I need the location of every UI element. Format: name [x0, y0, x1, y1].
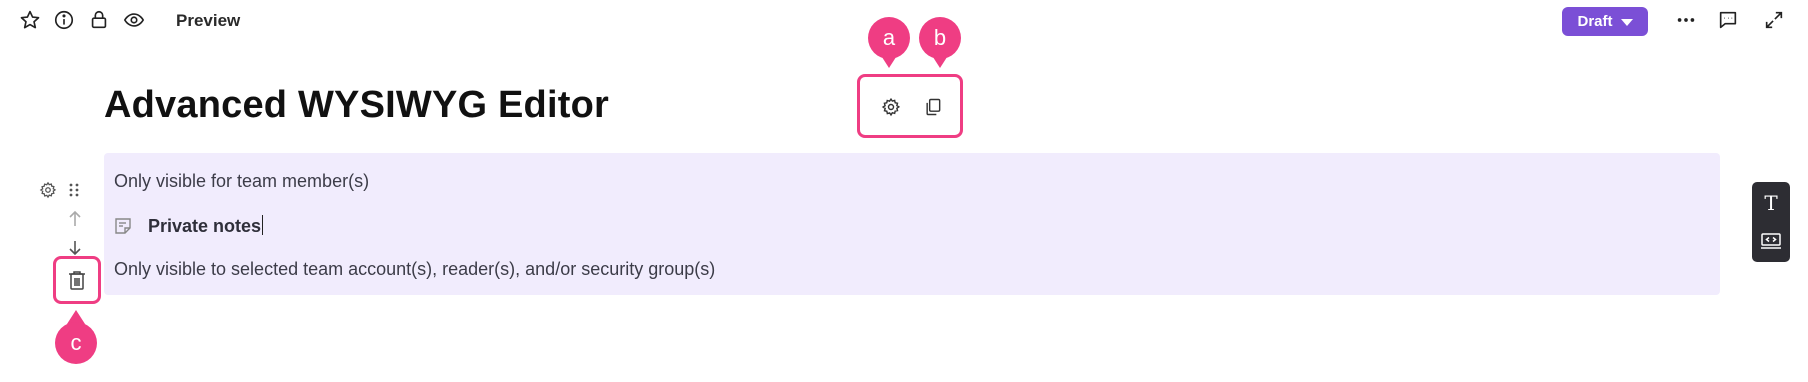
- draft-status-button[interactable]: Draft: [1562, 7, 1648, 36]
- block-tools-highlight: [857, 74, 963, 138]
- private-notes-block[interactable]: Only visible for team member(s) Private …: [104, 153, 1720, 295]
- info-icon[interactable]: [52, 8, 76, 32]
- star-icon[interactable]: [18, 8, 42, 32]
- embed-tool-button[interactable]: [1756, 224, 1786, 258]
- move-up-icon[interactable]: [65, 209, 85, 229]
- page-title[interactable]: Advanced WYSIWYG Editor: [104, 84, 609, 127]
- private-notes-text[interactable]: Private notes: [148, 215, 264, 237]
- settings-gear-icon[interactable]: [879, 95, 903, 119]
- draft-label: Draft: [1577, 13, 1613, 30]
- preview-button[interactable]: Preview: [176, 11, 240, 31]
- text-tool-button[interactable]: T: [1756, 186, 1786, 220]
- comment-icon[interactable]: [1716, 8, 1740, 32]
- selected-visibility-text: Only visible to selected team account(s)…: [114, 259, 716, 279]
- move-down-icon[interactable]: [65, 238, 85, 258]
- copy-icon[interactable]: [921, 95, 945, 119]
- private-notes-label: Private notes: [148, 216, 262, 236]
- sticky-note-icon: [114, 217, 132, 235]
- block-settings-icon[interactable]: [38, 180, 58, 200]
- more-icon[interactable]: [1674, 8, 1698, 32]
- delete-block-highlight: [53, 256, 101, 304]
- embed-icon: [1761, 233, 1781, 249]
- lock-icon[interactable]: [87, 8, 111, 32]
- visibility-label: Only visible for team member(s): [114, 171, 370, 191]
- expand-icon[interactable]: [1762, 8, 1786, 32]
- text-cursor: [262, 215, 264, 235]
- eye-icon[interactable]: [122, 8, 146, 32]
- drag-handle-icon[interactable]: [64, 180, 84, 200]
- caret-down-icon: [1620, 19, 1633, 26]
- trash-icon[interactable]: [67, 270, 87, 290]
- right-tool-panel: T: [1752, 182, 1790, 262]
